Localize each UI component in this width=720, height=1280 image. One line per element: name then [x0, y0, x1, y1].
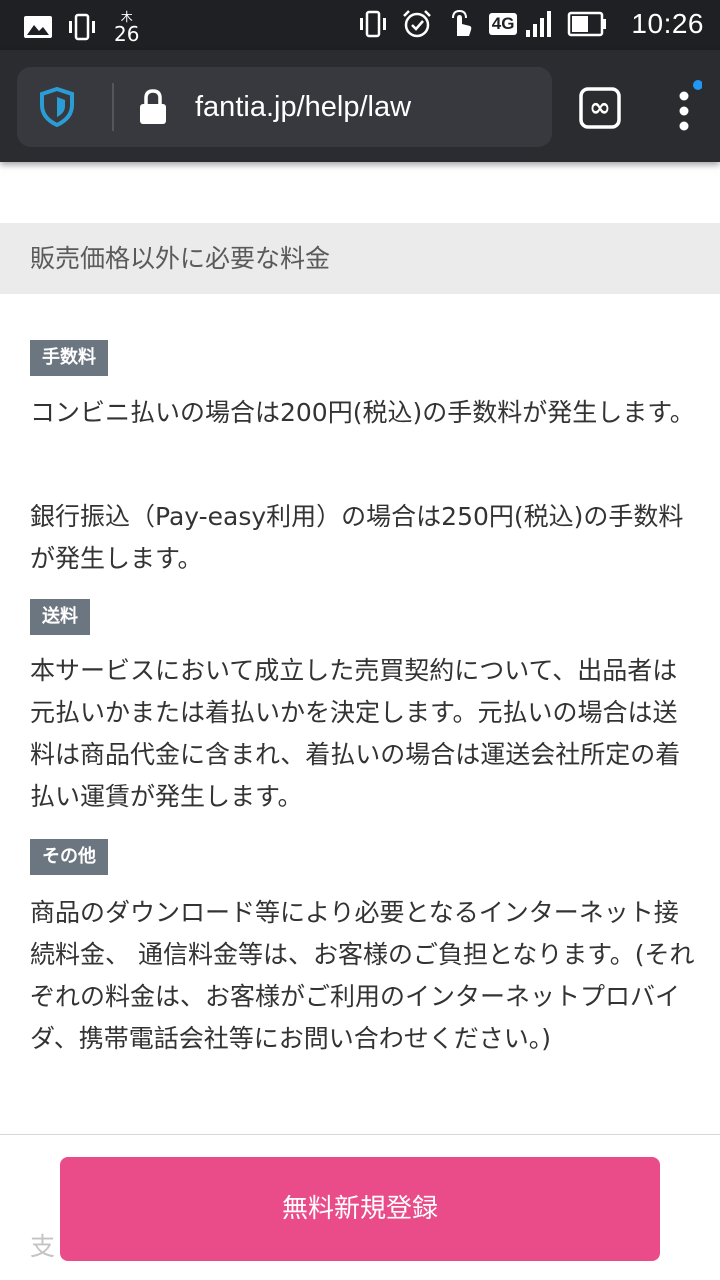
browser-toolbar: fantia.jp/help/law ∞	[0, 50, 720, 162]
url-text[interactable]: fantia.jp/help/law	[195, 67, 411, 147]
status-time: 10:26	[631, 8, 704, 39]
status-bar-left: 木 26	[22, 10, 139, 44]
section-title: 販売価格以外に必要な料金	[0, 223, 720, 294]
lock-icon[interactable]	[137, 87, 169, 127]
status-bar-right: 4G 10:26	[357, 8, 704, 40]
other-tag: その他	[30, 839, 108, 875]
alarm-icon	[402, 10, 431, 38]
tab-switcher-button[interactable]: ∞	[578, 86, 622, 130]
status-date: 木 26	[114, 10, 139, 44]
battery-icon	[568, 11, 607, 37]
vibrate-icon	[359, 10, 386, 38]
tab-count: ∞	[589, 93, 611, 123]
next-section-partial-text: 支	[30, 1232, 56, 1261]
page-content[interactable]: 販売価格以外に必要な料金 手数料 コンビニ払いの場合は200円(税込)の手数料が…	[0, 162, 720, 1280]
image-icon	[24, 16, 52, 38]
fees-bank-transfer-text: 銀行振込（Pay-easy利用）の場合は250円(税込)の手数料が発生します。	[30, 502, 684, 573]
fees-convenience-text: コンビニ払いの場合は200円(税込)の手数料が発生します。	[30, 398, 695, 427]
address-bar[interactable]: fantia.jp/help/law	[17, 67, 552, 147]
touch-icon	[451, 9, 472, 36]
network-type-badge: 4G	[488, 13, 518, 35]
bottom-cta-area: 支 無料新規登録	[0, 1134, 720, 1280]
overflow-menu-button[interactable]	[668, 80, 703, 136]
other-text: 商品のダウンロード等により必要となるインターネット接続料金、 通信料金等は、お客…	[30, 898, 695, 1053]
status-bar: 木 26 4G 10:26	[0, 0, 720, 50]
status-date-day: 26	[114, 22, 140, 46]
shipping-tag: 送料	[30, 599, 90, 635]
shipping-text: 本サービスにおいて成立した売買契約について、出品者は元払いかまたは着払いかを決定…	[30, 656, 681, 811]
address-bar-divider	[112, 83, 114, 131]
signal-icon	[526, 11, 552, 37]
free-signup-button[interactable]: 無料新規登録	[60, 1157, 660, 1261]
more-vert-icon	[679, 80, 703, 131]
shield-icon[interactable]	[39, 87, 75, 127]
fees-tag: 手数料	[30, 340, 108, 376]
vibrate-icon	[69, 13, 95, 41]
